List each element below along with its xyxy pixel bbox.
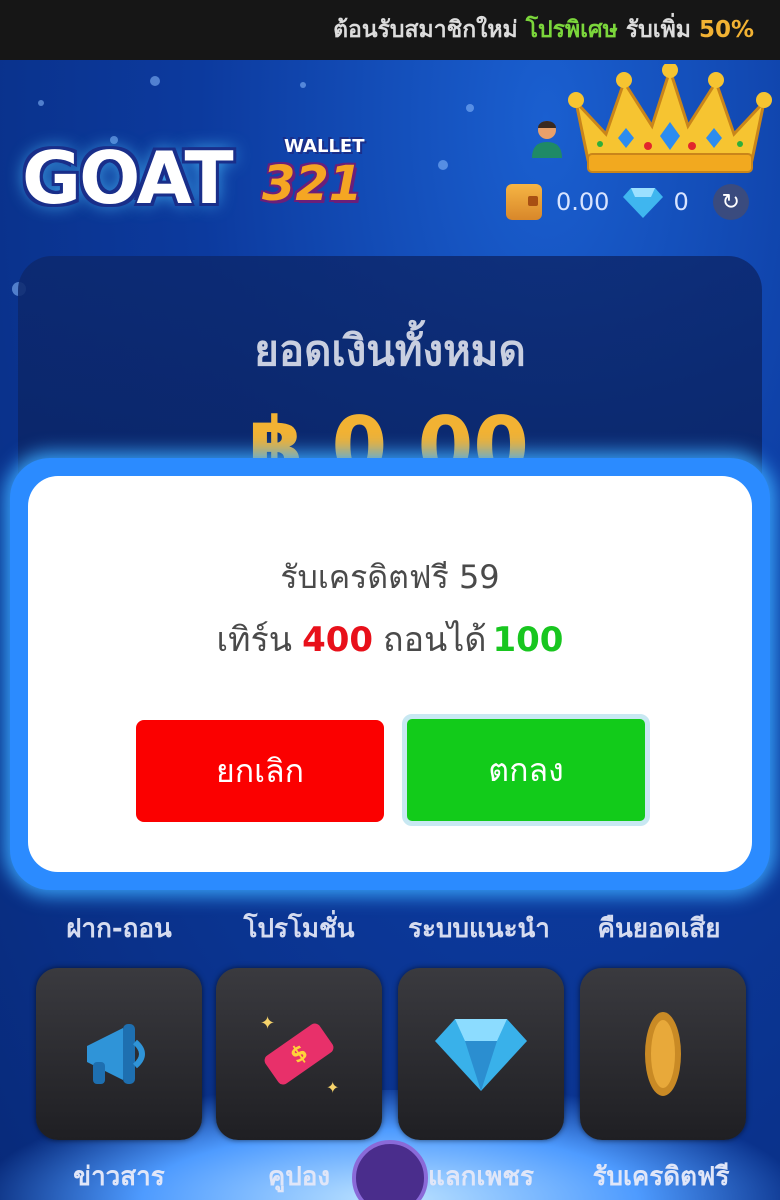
dialog-message-title: รับเครดิตฟรี 59 (280, 558, 500, 596)
wallet-summary: 0.00 0 ↻ (506, 182, 749, 222)
refresh-icon: ↻ (721, 189, 740, 215)
logo-text-wallet: WALLET (284, 136, 365, 157)
star-dot (438, 160, 448, 170)
menu-referral[interactable]: ระบบแนะนำ (384, 908, 574, 949)
user-avatar-icon[interactable] (530, 118, 564, 158)
wallet-icon (506, 184, 542, 220)
star-dot (150, 76, 160, 86)
turnover-value: 400 (302, 620, 374, 660)
menu-deposit-withdraw[interactable]: ฝาก-ถอน (24, 908, 214, 949)
megaphone-icon (87, 1024, 145, 1084)
cancel-button[interactable]: ยกเลิก (136, 720, 384, 822)
tile-coupon[interactable]: $ ✦ ✦ (216, 968, 382, 1140)
crown-icon (568, 64, 772, 173)
diamond-icon (435, 1019, 527, 1091)
tile-free-credit[interactable] (580, 968, 746, 1140)
refresh-button[interactable]: ↻ (712, 184, 749, 220)
star-dot (300, 82, 306, 88)
balance-title: ยอดเงินทั้งหมด (254, 326, 526, 375)
menu-promotion[interactable]: โปรโมชั่น (204, 908, 394, 949)
withdraw-label: ถอนได้ (383, 620, 487, 660)
marquee-banner: ต้อนรับสมาชิกใหม่ โปรพิเศษ รับเพิ่ม 50% (0, 0, 780, 60)
diamond-icon (623, 188, 664, 218)
label-news: ข่าวสาร (73, 1162, 165, 1192)
logo-text-number: 321 (262, 156, 363, 212)
turnover-label: เทิร์น (216, 620, 293, 660)
confirm-button[interactable]: ตกลง (402, 714, 650, 826)
diamond-count: 0 (673, 188, 689, 216)
wallet-balance: 0.00 (556, 188, 610, 216)
svg-text:✦: ✦ (260, 1013, 275, 1034)
coupon-ticket-icon: $ ✦ ✦ (260, 1013, 339, 1097)
brand-logo: GOAT WALLET 321 (22, 130, 365, 220)
menu-cashback[interactable]: คืนยอดเสีย (564, 908, 754, 949)
dialog-message-terms: เทิร์น 400 ถอนได้ 100 (0, 612, 780, 666)
tile-exchange-diamond[interactable] (398, 968, 564, 1140)
coin-icon (645, 1012, 681, 1096)
logo-text-goat: GOAT (22, 136, 234, 220)
star-dot (466, 104, 474, 112)
marquee-text-extra: รับเพิ่ม (625, 17, 691, 43)
svg-text:✦: ✦ (326, 1078, 339, 1097)
tile-news[interactable] (36, 968, 202, 1140)
label-free-credit: รับเครดิตฟรี (592, 1162, 730, 1192)
marquee-text-promo: โปรพิเศษ (525, 17, 618, 43)
marquee-text-percent: 50% (698, 17, 754, 43)
marquee-text-welcome: ต้อนรับสมาชิกใหม่ (333, 17, 518, 43)
withdraw-value: 100 (492, 620, 564, 660)
star-dot (38, 100, 44, 106)
